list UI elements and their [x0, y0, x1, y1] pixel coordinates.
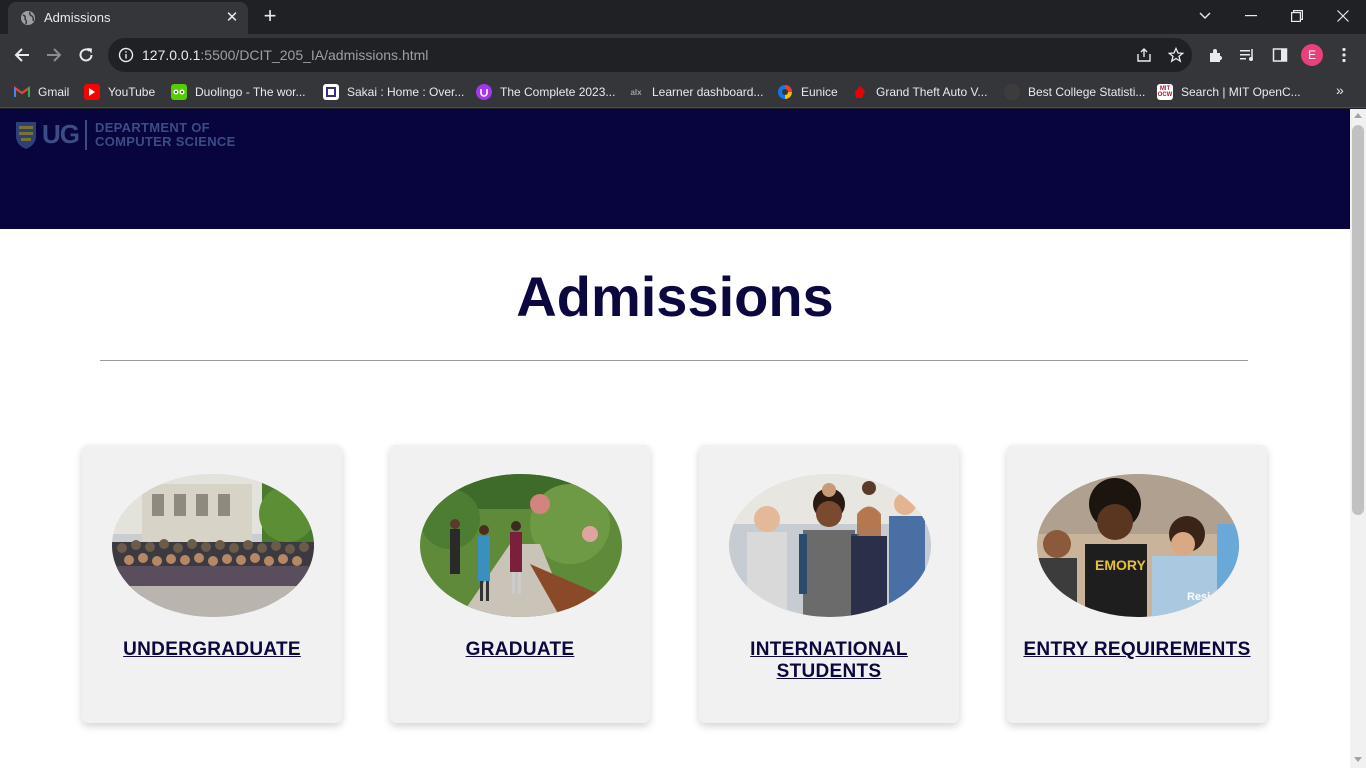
bookmark-eunice[interactable]: Eunice — [777, 82, 838, 102]
chevron-down-icon — [1199, 12, 1211, 19]
logo-dept-line1: DEPARTMENT OF — [95, 119, 210, 135]
bookmark-star-icon[interactable] — [1166, 45, 1186, 65]
bookmarks-overflow-icon[interactable]: » — [1336, 82, 1344, 98]
bookmark-duolingo[interactable]: Duolingo - The wor... — [171, 82, 306, 102]
svg-text:Resi: Resi — [1187, 591, 1210, 603]
entry-requirements-photo: EMORY Resi — [1037, 474, 1239, 617]
card-undergraduate: UNDERGRADUATE — [82, 445, 342, 723]
bookmark-mit-ocw[interactable]: MIT OCW Search | MIT OpenC... — [1157, 82, 1301, 102]
bookmark-sakai[interactable]: Sakai : Home : Over... — [323, 82, 464, 102]
arrow-right-icon — [47, 48, 62, 62]
bookmark-label: Learner dashboard... — [652, 85, 764, 99]
page-viewport: UG DEPARTMENT OF COMPUTER SCIENCE Admiss… — [0, 109, 1366, 768]
kebab-menu-icon[interactable] — [1334, 45, 1354, 65]
scroll-up-arrow-icon[interactable] — [1354, 113, 1362, 118]
site-logo[interactable]: UG DEPARTMENT OF COMPUTER SCIENCE — [14, 119, 236, 150]
bookmark-label: The Complete 2023... — [500, 85, 616, 99]
bookmark-label: Grand Theft Auto V... — [876, 85, 988, 99]
reload-button[interactable] — [72, 41, 100, 69]
title-divider — [100, 360, 1248, 361]
logo-department: DEPARTMENT OF COMPUTER SCIENCE — [95, 119, 236, 149]
address-bar[interactable]: 127.0.0.1:5500/DCIT_205_IA/admissions.ht… — [108, 38, 1192, 72]
entry-requirements-link[interactable]: ENTRY REQUIREMENTS — [1007, 639, 1267, 661]
url-text[interactable]: 127.0.0.1:5500/DCIT_205_IA/admissions.ht… — [142, 47, 428, 63]
card-international-students: INTERNATIONAL STUDENTS — [699, 445, 959, 723]
bookmark-youtube[interactable]: YouTube — [84, 82, 155, 102]
bookmark-alx[interactable]: alx Learner dashboard... — [628, 82, 763, 102]
logo-dept-line2: COMPUTER SCIENCE — [95, 133, 236, 149]
page-title: Admissions — [516, 265, 834, 328]
reload-icon — [79, 48, 93, 62]
eunice-icon — [777, 84, 793, 100]
tab-search-button[interactable] — [1182, 0, 1228, 32]
scroll-down-arrow-icon[interactable] — [1354, 757, 1362, 762]
info-icon[interactable] — [118, 47, 134, 63]
bookmark-label: Duolingo - The wor... — [195, 85, 306, 99]
tab-title: Admissions — [44, 10, 111, 25]
svg-text:EMORY: EMORY — [1095, 557, 1146, 573]
bookmark-college-stats[interactable]: Best College Statisti... — [1004, 82, 1145, 102]
close-window-button[interactable] — [1320, 0, 1366, 32]
browser-tab[interactable]: Admissions ✕ — [8, 2, 248, 34]
mit-ocw-icon: MIT OCW — [1157, 84, 1173, 100]
forward-button[interactable] — [40, 41, 68, 69]
logo-divider — [85, 119, 87, 150]
restore-button[interactable] — [1274, 0, 1320, 32]
side-panel-icon[interactable] — [1270, 45, 1290, 65]
site-header: UG DEPARTMENT OF COMPUTER SCIENCE — [0, 109, 1350, 229]
graduate-photo — [420, 474, 622, 617]
international-students-photo — [729, 474, 931, 617]
undergraduate-link[interactable]: UNDERGRADUATE — [82, 639, 342, 661]
browser-toolbar: 127.0.0.1:5500/DCIT_205_IA/admissions.ht… — [0, 34, 1366, 76]
bookmarks-bar: Gmail YouTube Duolingo - The wor... Saka… — [0, 76, 1366, 108]
sakai-icon — [323, 84, 339, 100]
media-playlist-icon[interactable] — [1238, 45, 1258, 65]
bookmark-label: YouTube — [108, 85, 156, 99]
share-icon[interactable] — [1134, 45, 1154, 65]
logo-ug-text: UG — [42, 119, 80, 149]
bookmark-label: Gmail — [38, 85, 70, 99]
scrollbar-thumb[interactable] — [1352, 125, 1364, 515]
minimize-icon — [1245, 15, 1257, 17]
bookmark-gmail[interactable]: Gmail — [14, 82, 69, 102]
tab-strip: Admissions ✕ + — [0, 0, 1366, 34]
stats-icon — [1004, 84, 1020, 100]
youtube-icon — [84, 84, 100, 100]
card-graduate: GRADUATE — [390, 445, 650, 723]
minimize-button[interactable] — [1228, 0, 1274, 32]
bookmark-udemy[interactable]: The Complete 2023... — [476, 82, 615, 102]
bookmark-label: Sakai : Home : Over... — [347, 85, 465, 99]
arrow-left-icon — [14, 48, 29, 62]
close-icon — [1337, 10, 1349, 22]
graduate-link[interactable]: GRADUATE — [390, 639, 650, 661]
bookmark-label: Search | MIT OpenC... — [1181, 85, 1301, 99]
udemy-icon — [476, 84, 492, 100]
gmail-icon — [14, 84, 30, 100]
profile-avatar[interactable]: E — [1301, 44, 1323, 66]
back-button[interactable] — [8, 41, 36, 69]
new-tab-button[interactable]: + — [258, 5, 282, 29]
restore-icon — [1291, 10, 1303, 22]
duolingo-icon — [171, 84, 187, 100]
globe-icon — [21, 11, 35, 25]
url-host: 127.0.0.1 — [142, 47, 201, 63]
alx-icon: alx — [630, 87, 642, 97]
undergraduate-photo — [112, 474, 314, 617]
close-tab-icon[interactable]: ✕ — [222, 8, 242, 28]
card-entry-requirements: EMORY Resi ENTRY REQUIREMENTS — [1007, 445, 1267, 723]
bookmark-label: Best College Statisti... — [1028, 85, 1146, 99]
international-students-link[interactable]: INTERNATIONAL STUDENTS — [699, 639, 959, 683]
url-path: :5500/DCIT_205_IA/admissions.html — [200, 47, 429, 63]
gta-icon — [852, 84, 868, 100]
bookmark-gta[interactable]: Grand Theft Auto V... — [852, 82, 987, 102]
university-crest-icon — [16, 121, 36, 149]
bookmark-label: Eunice — [801, 85, 838, 99]
page-scrollbar[interactable] — [1350, 109, 1366, 768]
extensions-icon[interactable] — [1206, 45, 1226, 65]
